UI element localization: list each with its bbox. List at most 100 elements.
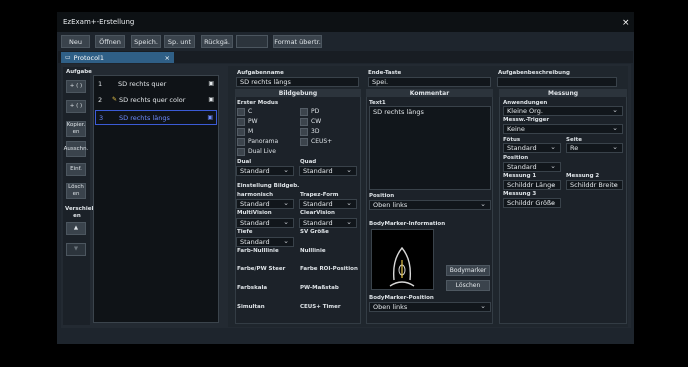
clearvision-select[interactable]: Standard xyxy=(299,218,357,228)
end-key-label: Ende-Taste xyxy=(368,70,402,76)
first-mode-label: Erster Modus xyxy=(237,100,279,106)
simultaneous-label: Simultan xyxy=(237,304,265,310)
measurement1-select[interactable]: Schilddr Länge xyxy=(503,180,561,190)
item-label: SD rechts längs xyxy=(119,113,170,122)
window-title: EzExam+-Erstellung xyxy=(63,18,135,26)
mode-c-label: C xyxy=(248,108,253,115)
mode-ceus-label: CEUS+ xyxy=(311,138,333,145)
task-name-input[interactable]: SD rechts längs xyxy=(236,77,359,87)
redo-button[interactable] xyxy=(236,35,268,48)
ceus-timer-label: CEUS+ Timer xyxy=(300,304,341,310)
measurement-header: Messung xyxy=(499,89,627,97)
mode-ceus-checkbox[interactable] xyxy=(300,138,308,146)
baseline-label: Nulllinie xyxy=(300,248,326,254)
mode-cw-checkbox[interactable] xyxy=(300,118,308,126)
mode-pw-label: PW xyxy=(248,118,258,125)
tab-protocol1[interactable]: ▭ Protocol1 × xyxy=(61,52,174,63)
mode-m-checkbox[interactable] xyxy=(237,128,245,136)
copy-button[interactable]: Kopier. en xyxy=(66,121,86,137)
side-select[interactable]: Re xyxy=(566,143,623,153)
fetus-select[interactable]: Standard xyxy=(503,143,561,153)
open-button[interactable]: Öffnen xyxy=(95,35,125,48)
insert-button[interactable]: Einf. xyxy=(66,163,86,176)
bodymarker-info-label: BodyMarker-Information xyxy=(369,221,446,227)
mode-3d-label: 3D xyxy=(311,128,320,135)
cut-button[interactable]: Ausschn. xyxy=(64,141,88,157)
measurement3-select[interactable]: Schilddr Größe xyxy=(503,198,561,208)
multivision-select[interactable]: Standard xyxy=(236,218,294,228)
quad-select[interactable]: Standard xyxy=(299,166,357,176)
comment-header: Kommentar xyxy=(366,89,493,97)
title-bar xyxy=(57,12,634,32)
add-task-button[interactable]: + ( ) xyxy=(66,80,86,93)
task-description-input[interactable] xyxy=(497,77,617,87)
mode-c-checkbox[interactable] xyxy=(237,108,245,116)
bodymarker-position-select[interactable]: Oben links xyxy=(369,302,491,312)
format-transfer-button[interactable]: Format übertr. xyxy=(273,35,322,48)
harmonic-label: harmonisch xyxy=(237,192,274,198)
color-pw-steer-label: Farbe/PW Steer xyxy=(237,266,286,272)
text1-input[interactable]: SD rechts längs xyxy=(369,106,491,190)
harmonic-select[interactable]: Standard xyxy=(236,199,294,209)
mode-panorama-label: Panorama xyxy=(248,138,279,145)
move-up-button[interactable]: ▲ xyxy=(66,222,86,235)
close-icon[interactable]: × xyxy=(622,18,630,28)
save-button[interactable]: Speich. xyxy=(131,35,161,48)
color-scale-label: Farbskala xyxy=(237,285,268,291)
dual-select[interactable]: Standard xyxy=(236,166,294,176)
mode-3d-checkbox[interactable] xyxy=(300,128,308,136)
mode-pw-checkbox[interactable] xyxy=(237,118,245,126)
position-label: Position xyxy=(503,155,529,161)
add-task-below-button[interactable]: + ( ) xyxy=(66,100,86,113)
measurement-trigger-select[interactable]: Keine xyxy=(503,124,623,134)
comment-position-label: Position xyxy=(369,193,395,199)
measurement1-label: Messung 1 xyxy=(503,173,537,179)
position-select[interactable]: Standard xyxy=(503,162,561,172)
list-item[interactable]: 1 SD rechts quer ▣ xyxy=(95,76,217,91)
imaging-header: Bildgebung xyxy=(235,89,361,97)
measurement3-label: Messung 3 xyxy=(503,191,537,197)
delete-button[interactable]: Lösch en xyxy=(66,183,86,199)
imaging-settings-label: Einstellung Bildgeb. xyxy=(237,183,300,189)
move-down-button[interactable]: ▼ xyxy=(66,243,86,256)
measurement-trigger-label: Messw.-Trigger xyxy=(503,117,550,123)
bodymarker-button[interactable]: Bodymarker xyxy=(446,265,490,276)
marker-icon: ✎ xyxy=(112,96,118,103)
measurement2-select[interactable]: Schilddr Breite xyxy=(566,180,623,190)
pw-scale-label: PW-Maßstab xyxy=(300,285,339,291)
mode-pd-checkbox[interactable] xyxy=(300,108,308,116)
save-icon: ▣ xyxy=(208,96,214,103)
depth-select[interactable]: Standard xyxy=(236,237,294,247)
delete-bodymarker-button[interactable]: Löschen xyxy=(446,280,490,291)
item-number: 3 xyxy=(99,113,104,122)
new-button[interactable]: Neu xyxy=(61,35,90,48)
mode-duallive-checkbox[interactable] xyxy=(237,148,245,156)
measurement2-label: Messung 2 xyxy=(566,173,600,179)
item-label: SD rechts quer color xyxy=(119,95,186,104)
trapezoid-label: Trapez-Form xyxy=(300,192,339,198)
bodymarker-preview xyxy=(371,229,434,290)
clearvision-label: ClearVision xyxy=(300,210,335,216)
mode-m-label: M xyxy=(248,128,254,135)
trapezoid-select[interactable]: Standard xyxy=(299,199,357,209)
tab-close-icon[interactable]: × xyxy=(165,54,170,62)
item-number: 1 xyxy=(98,79,103,88)
save-icon: ▣ xyxy=(207,114,213,121)
applications-select[interactable]: Kleine Org. xyxy=(503,106,623,116)
quad-label: Quad xyxy=(300,159,317,165)
list-item-selected[interactable]: 3 SD rechts längs ▣ xyxy=(95,110,217,125)
depth-label: Tiefe xyxy=(237,229,253,235)
undo-button[interactable]: Rückgä. xyxy=(201,35,233,48)
list-item[interactable]: 2 ✎ SD rechts quer color ▣ xyxy=(95,92,217,107)
mode-pd-label: PD xyxy=(311,108,320,115)
document-icon: ▭ xyxy=(65,54,71,61)
mode-cw-label: CW xyxy=(311,118,322,125)
multivision-label: MultiVision xyxy=(237,210,272,216)
mode-duallive-label: Dual Live xyxy=(248,148,276,155)
mode-panorama-checkbox[interactable] xyxy=(237,138,245,146)
comment-position-select[interactable]: Oben links xyxy=(369,200,491,210)
color-roi-position-label: Farbe ROI-Position xyxy=(300,266,358,272)
task-description-label: Aufgabenbeschreibung xyxy=(498,70,570,76)
end-key-input[interactable]: Spei. xyxy=(368,77,491,87)
save-as-button[interactable]: Sp. unt xyxy=(164,35,195,48)
